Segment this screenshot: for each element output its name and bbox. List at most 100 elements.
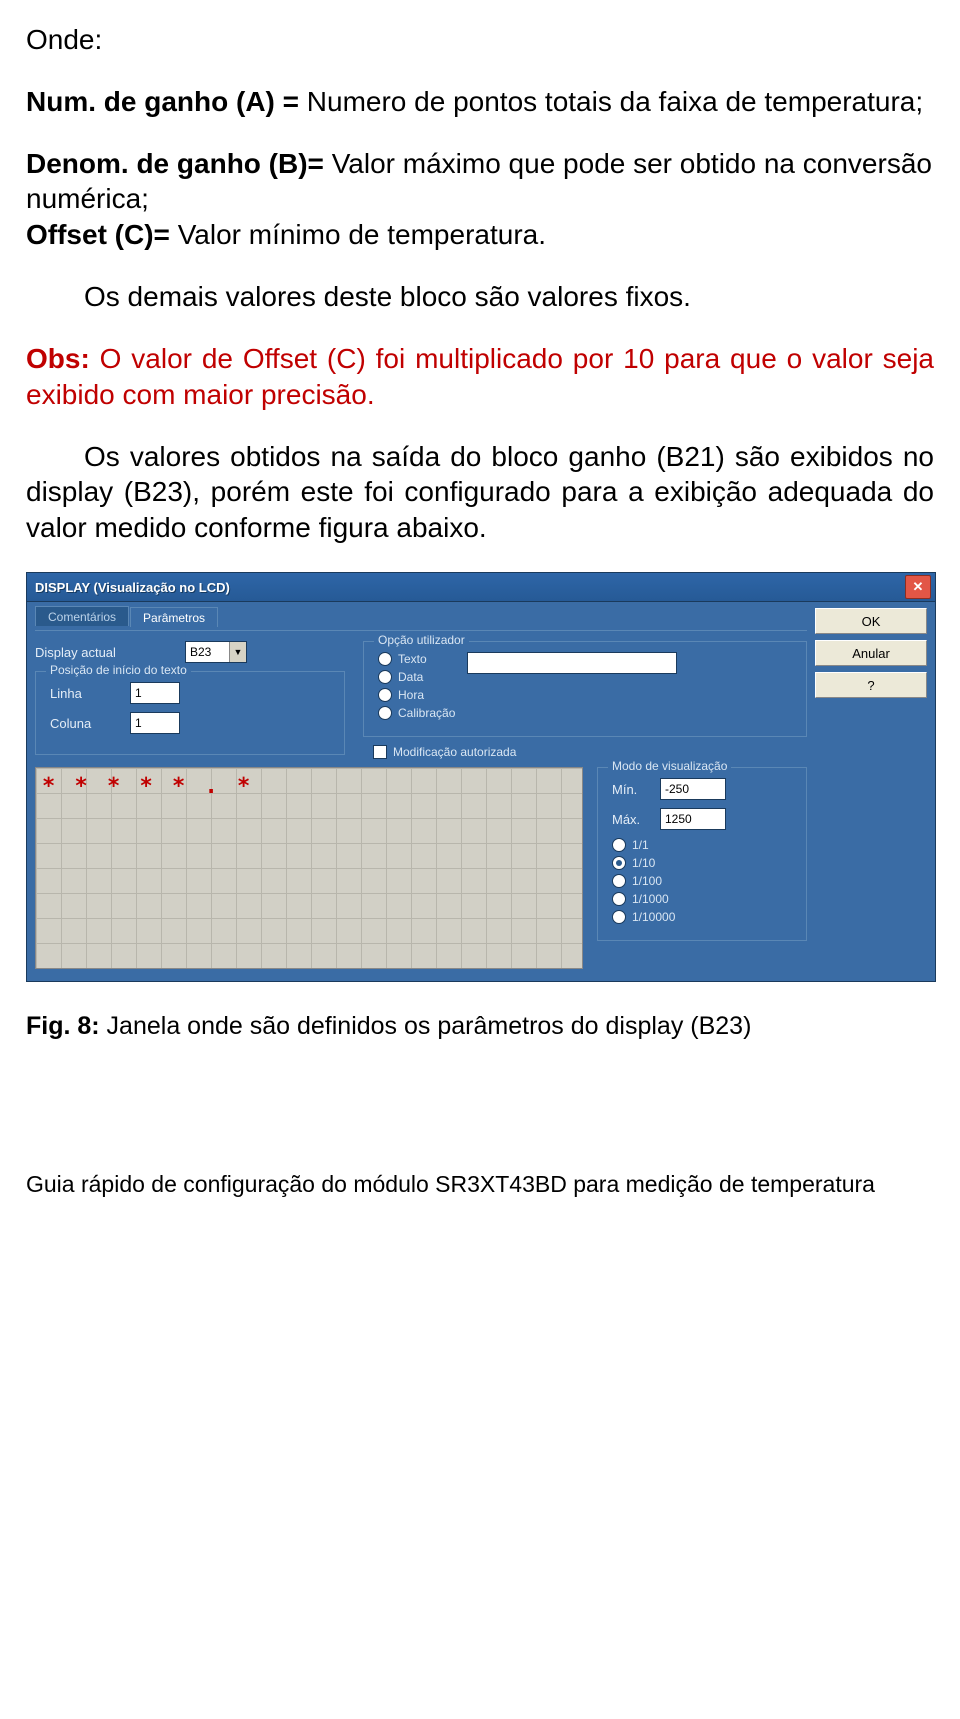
radio-texto[interactable]: Texto	[378, 652, 455, 666]
paragraph-obs: Obs: O valor de Offset (C) foi multiplic…	[26, 341, 934, 413]
radio-dot-icon	[378, 652, 392, 666]
ratio-10000-label: 1/10000	[632, 910, 675, 924]
ratio-radios: 1/1 1/10 1/100 1/1000 1/10000	[612, 838, 792, 924]
ratio-100-label: 1/100	[632, 874, 662, 888]
paragraph-demais: Os demais valores deste bloco são valore…	[26, 279, 934, 315]
radio-data[interactable]: Data	[378, 670, 455, 684]
radio-1-100[interactable]: 1/100	[612, 874, 792, 888]
display-config-dialog: DISPLAY (Visualização no LCD) ✕ Comentár…	[26, 572, 936, 982]
obs-text: O valor de Offset (C) foi multiplicado p…	[26, 343, 934, 410]
cancel-button[interactable]: Anular	[815, 640, 927, 666]
chevron-down-icon: ▼	[229, 642, 246, 662]
radio-1-10000[interactable]: 1/10000	[612, 910, 792, 924]
caption-prefix: Fig. 8:	[26, 1012, 100, 1040]
tab-panel: Display actual B23 ▼ Posição de início d…	[35, 630, 807, 969]
caption-text: Janela onde são definidos os parâmetros …	[100, 1012, 752, 1040]
linha-label: Linha	[50, 686, 120, 701]
figure-caption: Fig. 8: Janela onde são definidos os par…	[26, 1012, 934, 1041]
col-right: Opção utilizador Texto Data Hora Calibra…	[363, 641, 807, 767]
radio-dot-icon	[612, 892, 626, 906]
radio-hora-label: Hora	[398, 688, 424, 702]
display-actual-row: Display actual B23 ▼	[35, 641, 345, 663]
viz-mode-group: Modo de visualização Mín. -250 Máx. 1250…	[597, 767, 807, 941]
paragraph-valores: Os valores obtidos na saída do bloco gan…	[26, 439, 934, 546]
close-icon: ✕	[913, 579, 924, 595]
max-input[interactable]: 1250	[660, 808, 726, 830]
texto-input[interactable]	[467, 652, 677, 674]
radio-data-label: Data	[398, 670, 423, 684]
display-preview: * * * * * . *	[35, 767, 583, 969]
help-button[interactable]: ?	[815, 672, 927, 698]
paragraph-num-ganho: Num. de ganho (A) = Numero de pontos tot…	[26, 84, 934, 120]
user-option-radios: Texto Data Hora Calibração	[378, 652, 455, 724]
tab-comments[interactable]: Comentários	[35, 606, 129, 626]
coluna-label: Coluna	[50, 716, 120, 731]
preview-text: * * * * * . *	[42, 774, 253, 799]
radio-1-1000[interactable]: 1/1000	[612, 892, 792, 906]
max-value: 1250	[665, 812, 692, 826]
dialog-titlebar: DISPLAY (Visualização no LCD) ✕	[27, 573, 935, 602]
min-input[interactable]: -250	[660, 778, 726, 800]
min-label: Mín.	[612, 782, 650, 797]
denom-prefix: Denom. de ganho (B)=	[26, 148, 332, 179]
num-ganho-text: Numero de pontos totais da faixa de temp…	[307, 86, 923, 117]
radio-1-10[interactable]: 1/10	[612, 856, 792, 870]
tabs: Comentários Parâmetros	[35, 606, 807, 626]
radio-1-1[interactable]: 1/1	[612, 838, 792, 852]
viz-column: Modo de visualização Mín. -250 Máx. 1250…	[597, 767, 807, 941]
min-row: Mín. -250	[612, 778, 792, 800]
onde-label: Onde:	[26, 24, 102, 55]
top-row: Display actual B23 ▼ Posição de início d…	[35, 641, 807, 767]
linha-value: 1	[135, 686, 142, 700]
dialog-title: DISPLAY (Visualização no LCD)	[35, 580, 905, 595]
radio-calib-label: Calibração	[398, 706, 455, 720]
position-group: Posição de início do texto Linha 1 Colun…	[35, 671, 345, 755]
num-ganho-prefix: Num. de ganho (A) =	[26, 86, 307, 117]
display-actual-label: Display actual	[35, 645, 175, 660]
dialog-body: Comentários Parâmetros Display actual B2…	[27, 602, 935, 981]
min-value: -250	[665, 782, 689, 796]
offset-prefix: Offset (C)=	[26, 219, 178, 250]
radio-dot-icon	[612, 838, 626, 852]
ok-button[interactable]: OK	[815, 608, 927, 634]
obs-prefix: Obs:	[26, 343, 90, 374]
coluna-row: Coluna 1	[50, 712, 330, 734]
radio-calibracao[interactable]: Calibração	[378, 706, 455, 720]
radio-hora[interactable]: Hora	[378, 688, 455, 702]
mod-auth-label: Modificação autorizada	[393, 745, 516, 759]
display-actual-select[interactable]: B23 ▼	[185, 641, 247, 663]
valores-text: Os valores obtidos na saída do bloco gan…	[26, 441, 934, 544]
paragraph-denom-offset: Denom. de ganho (B)= Valor máximo que po…	[26, 146, 934, 253]
linha-row: Linha 1	[50, 682, 330, 704]
demais-text: Os demais valores deste bloco são valore…	[84, 281, 691, 312]
dialog-right-buttons: OK Anular ?	[815, 606, 927, 969]
max-row: Máx. 1250	[612, 808, 792, 830]
user-option-group: Opção utilizador Texto Data Hora Calibra…	[363, 641, 807, 737]
radio-texto-label: Texto	[398, 652, 427, 666]
max-label: Máx.	[612, 812, 650, 827]
ratio-1-label: 1/1	[632, 838, 649, 852]
checkbox-icon	[373, 745, 387, 759]
radio-dot-icon	[612, 856, 626, 870]
radio-dot-icon	[378, 688, 392, 702]
ratio-1000-label: 1/1000	[632, 892, 669, 906]
viz-legend: Modo de visualização	[608, 759, 731, 773]
col-left: Display actual B23 ▼ Posição de início d…	[35, 641, 345, 755]
coluna-input[interactable]: 1	[130, 712, 180, 734]
radio-dot-icon	[612, 874, 626, 888]
ratio-10-label: 1/10	[632, 856, 655, 870]
mod-auth-checkbox[interactable]: Modificação autorizada	[373, 745, 807, 759]
bottom-row: * * * * * . * Modo de visualização Mín. …	[35, 767, 807, 969]
tab-params[interactable]: Parâmetros	[130, 607, 218, 627]
display-actual-value: B23	[186, 645, 229, 659]
linha-input[interactable]: 1	[130, 682, 180, 704]
dialog-left-area: Comentários Parâmetros Display actual B2…	[35, 606, 815, 969]
close-button[interactable]: ✕	[905, 575, 931, 599]
paragraph-onde: Onde:	[26, 22, 934, 58]
radio-dot-icon	[378, 670, 392, 684]
user-option-legend: Opção utilizador	[374, 633, 469, 647]
coluna-value: 1	[135, 716, 142, 730]
position-legend: Posição de início do texto	[46, 663, 191, 677]
radio-dot-icon	[612, 910, 626, 924]
offset-text: Valor mínimo de temperatura.	[178, 219, 546, 250]
